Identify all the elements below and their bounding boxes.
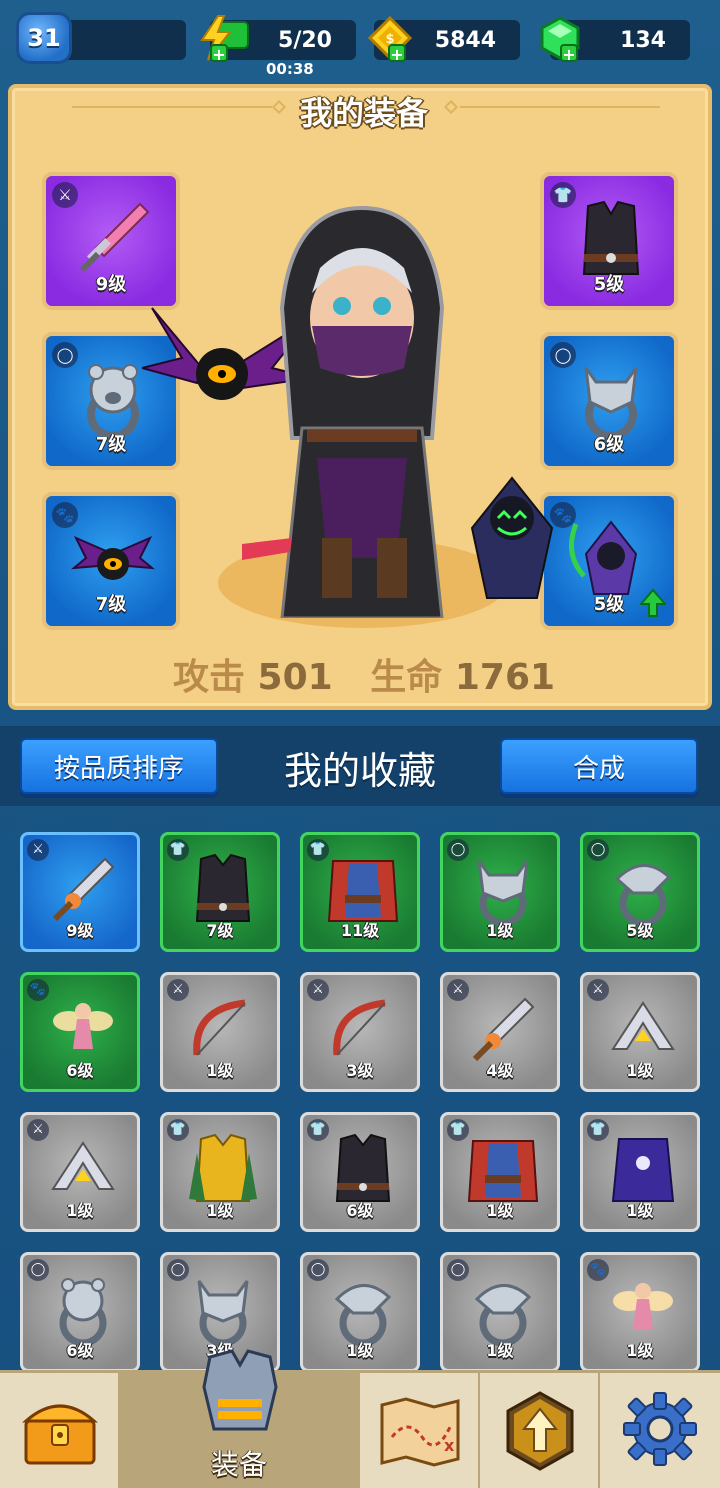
collection-item[interactable]: 👕 1级 xyxy=(160,1112,280,1232)
svg-text:x: x xyxy=(444,1436,455,1455)
collection-item[interactable]: ⚔ 1级 xyxy=(160,972,280,1092)
hero-character xyxy=(142,205,554,618)
item-level: 1级 xyxy=(486,1341,514,1360)
hp-value: 1761 xyxy=(454,657,556,698)
item-level: 1级 xyxy=(206,1061,234,1080)
gold-value: 5844 xyxy=(434,27,496,53)
merge-button[interactable]: 合成 xyxy=(500,738,698,794)
collection-item[interactable]: 🐾 6级 xyxy=(20,972,140,1092)
hero-stats: 攻击 501 生命 1761 xyxy=(12,648,716,700)
item-level: 1级 xyxy=(486,921,514,940)
nav-settings[interactable] xyxy=(600,1373,720,1488)
collection-item[interactable]: ⚔ 9级 xyxy=(20,832,140,952)
collection-item[interactable]: 👕 1级 xyxy=(440,1112,560,1232)
nav-upgrade[interactable] xyxy=(480,1373,600,1488)
gem-value: 134 xyxy=(620,27,666,53)
collection-item[interactable]: 👕 6级 xyxy=(300,1112,420,1232)
item-level: 11级 xyxy=(340,921,380,940)
hp-label: 生命 xyxy=(370,657,443,698)
item-level: 7级 xyxy=(206,921,234,940)
item-level: 1级 xyxy=(486,1201,514,1220)
item-level: 6级 xyxy=(66,1341,94,1360)
collection-item[interactable]: 👕 1级 xyxy=(580,1112,700,1232)
armor-icon xyxy=(202,1349,278,1431)
item-level: 9级 xyxy=(66,921,94,940)
item-level: 5级 xyxy=(626,921,654,940)
green-gem-icon: + xyxy=(536,14,584,64)
nav-equipment[interactable]: 装备 xyxy=(120,1349,360,1488)
nav-shop[interactable] xyxy=(0,1373,120,1488)
attack-label: 攻击 xyxy=(172,657,245,698)
treasure-chest-icon xyxy=(22,1404,98,1465)
collection-item[interactable]: 👕 11级 xyxy=(300,832,420,952)
collection-item[interactable]: ◯ 6级 xyxy=(20,1252,140,1372)
bottom-nav: 装备 x xyxy=(0,1349,720,1488)
item-level: 1级 xyxy=(626,1061,654,1080)
player-level-badge[interactable]: 31 xyxy=(16,12,72,64)
upgrade-arrow-icon xyxy=(640,588,666,617)
item-level: 6级 xyxy=(346,1201,374,1220)
item-level: 1级 xyxy=(346,1341,374,1360)
upgrade-arrow-icon xyxy=(506,1391,574,1471)
collection-item[interactable]: ⚔ 3级 xyxy=(300,972,420,1092)
collection-item[interactable]: ⚔ 4级 xyxy=(440,972,560,1092)
energy-value: 5/20 xyxy=(278,27,332,53)
attack-value: 501 xyxy=(257,657,333,698)
collection-item[interactable]: 👕 7级 xyxy=(160,832,280,952)
energy-timer: 00:38 xyxy=(266,60,314,78)
item-level: 1级 xyxy=(206,1201,234,1220)
xp-bar xyxy=(60,20,186,60)
lightning-icon: + xyxy=(196,14,249,64)
top-bar: 31 5/20 + 00:38 5844 $ + 134 + xyxy=(0,0,720,80)
collection-item[interactable]: ◯ 1级 xyxy=(440,1252,560,1372)
item-level: 1级 xyxy=(66,1201,94,1220)
equipment-title: 我的装备 xyxy=(299,94,428,132)
item-level: 1级 xyxy=(626,1201,654,1220)
collection-item[interactable]: 🐾 1级 xyxy=(580,1252,700,1372)
collection-header: 按品质排序 我的收藏 合成 xyxy=(0,726,720,806)
gear-icon xyxy=(623,1392,697,1466)
treasure-map-icon: x xyxy=(380,1397,460,1467)
gold-coin-icon: $ + xyxy=(366,14,414,64)
nav-equipment-label: 装备 xyxy=(210,1448,267,1481)
equipment-panel: 我的装备 ⚔ 9级 ◯ 7级 🐾 7级 👕 5级 ◯ 6级 🐾 5级 攻击 50… xyxy=(8,84,712,710)
item-level: 4级 xyxy=(486,1061,514,1080)
collection-item[interactable]: ◯ 1级 xyxy=(440,832,560,952)
nav-map[interactable]: x xyxy=(360,1373,480,1488)
collection-item[interactable]: ⚔ 1级 xyxy=(20,1112,140,1232)
item-level: 1级 xyxy=(626,1341,654,1360)
title-divider xyxy=(460,106,660,108)
collection-item[interactable]: ⚔ 1级 xyxy=(580,972,700,1092)
collection-item[interactable]: ◯ 5级 xyxy=(580,832,700,952)
collection-item[interactable]: ◯ 1级 xyxy=(300,1252,420,1372)
item-level: 3级 xyxy=(346,1061,374,1080)
item-level: 6级 xyxy=(66,1061,94,1080)
